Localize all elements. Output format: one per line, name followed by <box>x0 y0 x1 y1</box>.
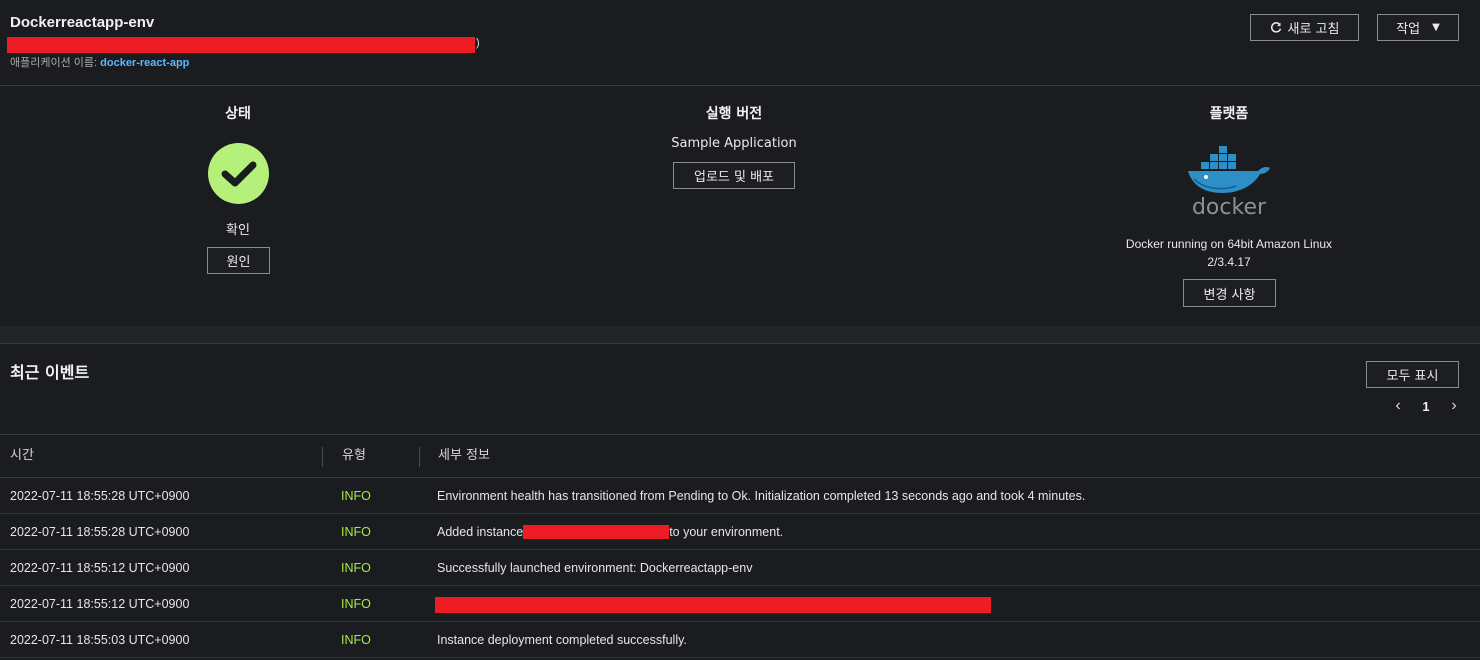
upload-and-deploy-button[interactable]: 업로드 및 배포 <box>673 162 795 189</box>
chevron-right-icon[interactable]: › <box>1446 397 1462 415</box>
event-time: 2022-07-11 18:55:28 UTC+0900 <box>10 489 190 503</box>
running-version-title: 실행 버전 <box>705 106 763 122</box>
recent-events-title: 최근 이벤트 <box>10 363 90 382</box>
refresh-button[interactable]: 새로 고침 <box>1250 14 1359 41</box>
column-divider <box>419 447 420 467</box>
table-row: 2022-07-11 18:55:28 UTC+0900 INFO Added … <box>0 514 1480 550</box>
docker-wordmark: docker <box>1192 195 1267 219</box>
event-detail: Successfully launched environment: Docke… <box>437 561 753 575</box>
pagination: ‹ 1 › <box>1390 395 1462 417</box>
refresh-label: 새로 고침 <box>1287 22 1340 37</box>
refresh-icon <box>1270 21 1281 33</box>
health-title: 상태 <box>225 106 251 122</box>
event-detail: Added instance to your environment. <box>437 514 783 550</box>
platform-title: 플랫폼 <box>1209 106 1249 122</box>
table-header: 시간 유형 세부 정보 <box>0 434 1480 478</box>
table-row: 2022-07-11 18:55:12 UTC+0900 INFO <box>0 586 1480 622</box>
event-type: INFO <box>341 525 371 539</box>
application-name-line: 애플리케이션 이름: docker-react-app <box>10 54 189 70</box>
environment-id-close-paren: ) <box>476 37 480 49</box>
event-type: INFO <box>341 597 371 611</box>
current-page[interactable]: 1 <box>1422 399 1429 414</box>
column-header-time[interactable]: 시간 <box>10 435 34 479</box>
actions-dropdown-button[interactable]: 작업 ▼ <box>1377 14 1459 41</box>
event-detail: Instance deployment completed successful… <box>437 633 687 647</box>
application-name-link[interactable]: docker-react-app <box>100 57 189 69</box>
recent-events-panel: 최근 이벤트 모두 표시 ‹ 1 › 시간 유형 세부 정보 2022-07-1… <box>0 345 1480 660</box>
actions-label: 작업 <box>1396 22 1421 37</box>
event-detail-suffix: to your environment. <box>669 525 784 539</box>
change-platform-button[interactable]: 변경 사항 <box>1183 279 1276 307</box>
health-status-text: 확인 <box>226 223 250 238</box>
environment-header: Dockerreactapp-env ) 애플리케이션 이름: docker-r… <box>0 0 1480 86</box>
event-time: 2022-07-11 18:55:28 UTC+0900 <box>10 525 190 539</box>
column-divider <box>322 447 323 467</box>
section-divider <box>0 326 1480 344</box>
platform-description: Docker running on 64bit Amazon Linux 2/3… <box>1125 237 1333 269</box>
show-all-button[interactable]: 모두 표시 <box>1366 361 1459 388</box>
events-table: 시간 유형 세부 정보 2022-07-11 18:55:28 UTC+0900… <box>0 434 1480 658</box>
table-row: 2022-07-11 18:55:03 UTC+0900 INFO Instan… <box>0 622 1480 658</box>
event-time: 2022-07-11 18:55:12 UTC+0900 <box>10 561 190 575</box>
redacted-environment-info <box>7 37 475 53</box>
event-detail-prefix: Added instance <box>437 525 524 539</box>
event-detail: Environment health has transitioned from… <box>437 489 1086 503</box>
application-name-label: 애플리케이션 이름: <box>10 57 101 69</box>
causes-button[interactable]: 원인 <box>207 247 270 274</box>
running-version-value: Sample Application <box>671 136 797 151</box>
column-header-type[interactable]: 유형 <box>342 435 366 479</box>
event-time: 2022-07-11 18:55:12 UTC+0900 <box>10 597 190 611</box>
chevron-left-icon[interactable]: ‹ <box>1390 397 1406 415</box>
docker-logo-icon: docker <box>1188 146 1270 219</box>
table-row: 2022-07-11 18:55:28 UTC+0900 INFO Enviro… <box>0 478 1480 514</box>
health-ok-icon <box>208 143 269 204</box>
redacted-instance-id <box>523 524 670 539</box>
event-time: 2022-07-11 18:55:03 UTC+0900 <box>10 633 190 647</box>
environment-name: Dockerreactapp-env <box>10 14 155 31</box>
event-type: INFO <box>341 489 371 503</box>
redacted-event-detail <box>435 597 991 613</box>
event-type: INFO <box>341 633 371 647</box>
caret-down-icon: ▼ <box>1432 22 1440 33</box>
column-header-details[interactable]: 세부 정보 <box>438 435 490 479</box>
table-row: 2022-07-11 18:55:12 UTC+0900 INFO Succes… <box>0 550 1480 586</box>
event-type: INFO <box>341 561 371 575</box>
